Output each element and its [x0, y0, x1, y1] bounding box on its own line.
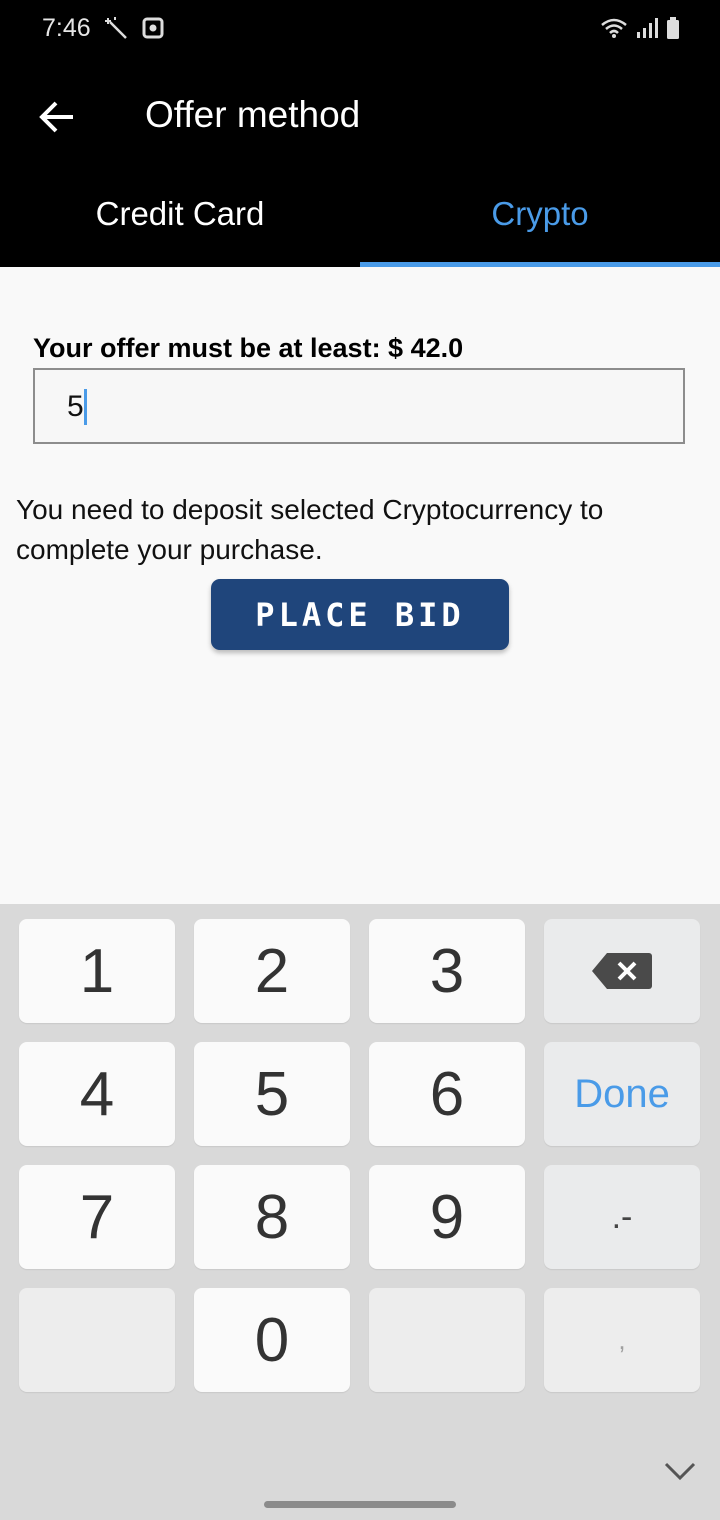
key-1[interactable]: 1 — [19, 919, 175, 1023]
tab-crypto[interactable]: Crypto — [360, 195, 720, 233]
page-title: Offer method — [145, 94, 361, 135]
arrow-left-icon — [39, 101, 73, 133]
key-3[interactable]: 3 — [369, 919, 525, 1023]
deposit-info-text: You need to deposit selected Cryptocurre… — [16, 494, 604, 565]
offer-input-value: 5 — [67, 390, 84, 423]
blank-key-left — [19, 1288, 175, 1392]
place-bid-button[interactable]: PLACE BID — [211, 579, 509, 650]
hide-keyboard-button[interactable] — [662, 1456, 698, 1484]
key-7[interactable]: 7 — [19, 1165, 175, 1269]
status-time: 7:46 — [42, 14, 91, 42]
magic-wand-icon — [104, 16, 130, 47]
backspace-icon — [592, 953, 652, 989]
dot-dash-key[interactable]: .- — [544, 1165, 700, 1269]
key-2[interactable]: 2 — [194, 919, 350, 1023]
camera-icon — [142, 16, 164, 47]
key-0[interactable]: 0 — [194, 1288, 350, 1392]
blank-key-right — [369, 1288, 525, 1392]
home-indicator[interactable] — [264, 1501, 456, 1508]
wifi-icon — [600, 17, 628, 44]
text-caret — [84, 389, 87, 425]
back-button[interactable] — [30, 90, 84, 144]
battery-icon — [666, 16, 680, 45]
signal-icon — [636, 17, 658, 44]
status-bar: 7:46 — [0, 0, 720, 60]
key-5[interactable]: 5 — [194, 1042, 350, 1146]
backspace-key[interactable] — [544, 919, 700, 1023]
tab-indicator — [360, 262, 720, 267]
chevron-down-icon — [664, 1462, 696, 1481]
key-9[interactable]: 9 — [369, 1165, 525, 1269]
key-8[interactable]: 8 — [194, 1165, 350, 1269]
tab-credit-card[interactable]: Credit Card — [0, 195, 360, 233]
min-offer-label: Your offer must be at least: $ 42.0 — [33, 333, 464, 363]
app-bar: Offer method Credit Card Crypto — [0, 60, 720, 267]
key-4[interactable]: 4 — [19, 1042, 175, 1146]
done-key[interactable]: Done — [544, 1042, 700, 1146]
key-6[interactable]: 6 — [369, 1042, 525, 1146]
offer-input[interactable]: 5 — [33, 368, 685, 444]
comma-key[interactable]: , — [544, 1288, 700, 1392]
